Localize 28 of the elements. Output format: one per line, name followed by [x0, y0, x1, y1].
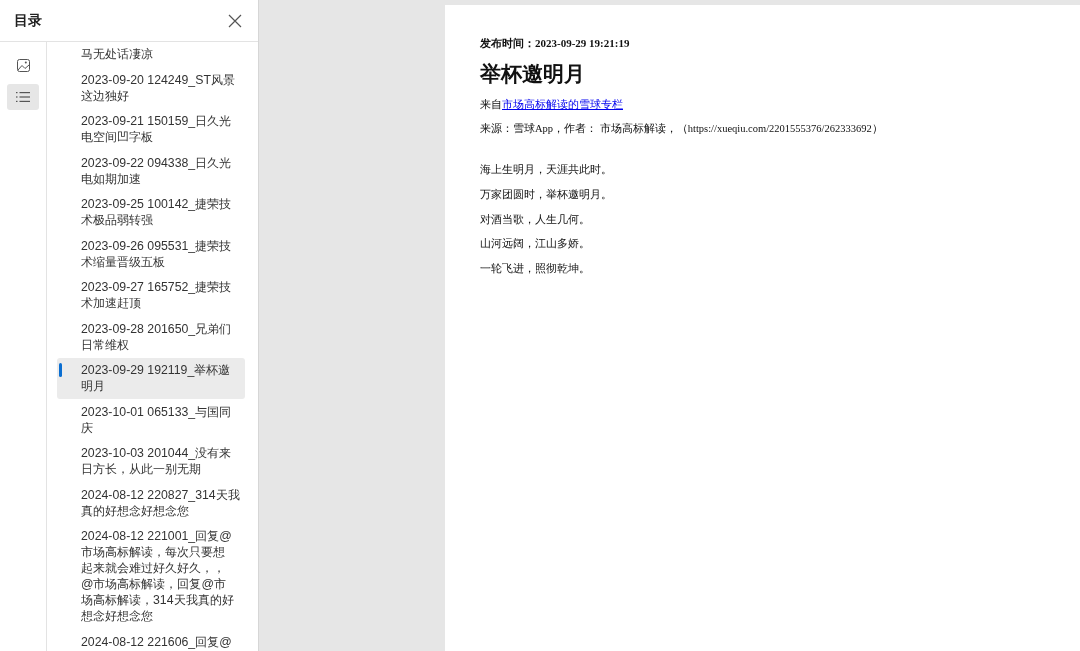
toc-item[interactable]: 2023-09-28 201650_兄弟们 日常维权: [57, 316, 245, 358]
column-link[interactable]: 市场高标解读的雪球专栏: [502, 98, 623, 110]
poem-line: 山河远阔，江山多娇。: [480, 237, 591, 252]
poem-line: 对酒当歌，人生几何。: [480, 212, 591, 227]
toc-item[interactable]: 2023-09-27 165752_捷荣技 术加速赶顶: [57, 275, 245, 316]
source-text: 来源：雪球App，作者： 市场高标解读，（https://xueqiu.com/2201555376/262333692）: [480, 122, 884, 137]
article-title: 举杯邀明月: [480, 61, 586, 87]
poem-line: 万家团圆时，举杯邀明月。: [480, 187, 613, 202]
toc-item[interactable]: 2023-09-26 095531_捷荣技 术缩量晋级五板: [57, 233, 245, 275]
source-line: 来自市场高标解读的雪球专栏: [480, 97, 624, 112]
toc-item[interactable]: 2023-09-20 124249_ST风景 这边独好: [57, 67, 245, 109]
toc-item[interactable]: 2023-09-21 150159_日久光 电空间凹字板: [57, 109, 245, 150]
toc-item[interactable]: 2023-10-01 065133_与国同 庆: [57, 399, 245, 441]
image-icon: [16, 58, 30, 72]
toc-item[interactable]: 2023-09-22 094338_日久光 电如期加速: [57, 150, 245, 192]
toc-item[interactable]: 马无处话凄凉: [57, 42, 245, 67]
list-icon: [16, 91, 30, 103]
outline-tab[interactable]: [7, 84, 39, 110]
publish-time: 发布时间：2023-09-29 19:21:19: [480, 36, 631, 51]
toc-item[interactable]: 2024-08-12 220827_314天我 真的好想念好想念您: [57, 482, 245, 524]
poem-line: 海上生明月，天涯共此时。: [480, 163, 613, 178]
toc-item[interactable]: 2023-10-03 201044_没有来 日方长，从此一别无期: [57, 441, 245, 482]
toc-item[interactable]: 2024-08-12 221606_回复@: [57, 629, 245, 651]
panel-title: 目录: [14, 12, 42, 29]
toc-item[interactable]: 2023-09-29 192119_举杯邀 明月: [57, 358, 245, 399]
poem-line: 一轮飞进，照彻乾坤。: [480, 262, 591, 277]
toc-item[interactable]: 2023-09-25 100142_捷荣技 术极品弱转强: [57, 192, 245, 233]
toc-item[interactable]: 2024-08-12 221001_回复@ 市场高标解读，每次只要想 起来就会难过好久好久，， @市场高标解读，回复@市 场高标解读，314天我真的好 想念好想念您: [57, 524, 245, 629]
